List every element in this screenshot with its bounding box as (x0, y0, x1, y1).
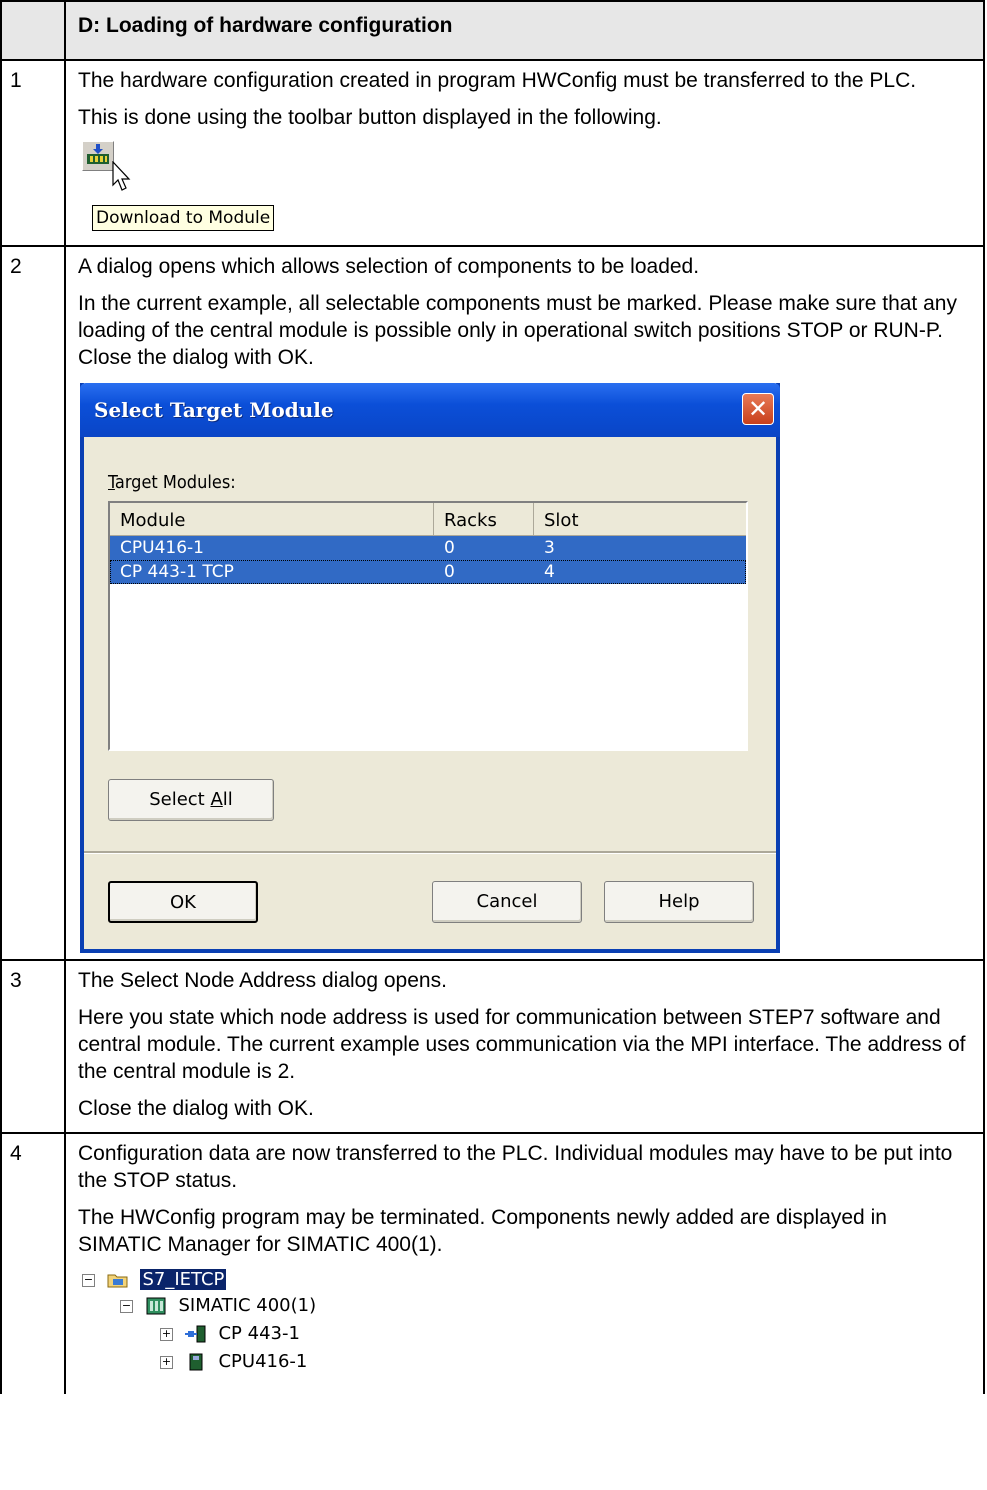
step-content: The Select Node Address dialog opens. He… (64, 959, 985, 1134)
list-header: Module Racks Slot (110, 503, 746, 536)
close-icon: ✕ (747, 395, 769, 423)
divider (84, 851, 776, 854)
project-folder-icon (107, 1274, 128, 1288)
list-item[interactable]: CPU416-1 0 3 (110, 536, 746, 560)
step-row: 3 The Select Node Address dialog opens. … (0, 959, 985, 1134)
step-text: Close the dialog with OK. (78, 1097, 314, 1120)
table-header-row: D: Loading of hardware configuration (0, 0, 985, 61)
step-text: A dialog opens which allows selection of… (78, 255, 700, 278)
section-title: D: Loading of hardware configuration (64, 0, 985, 61)
step-content: Configuration data are now transferred t… (64, 1132, 985, 1394)
expand-icon[interactable]: + (160, 1355, 173, 1369)
step-text: In the current example, all selectable c… (78, 292, 957, 369)
step-text: Here you state which node address is use… (78, 1006, 966, 1083)
step-text: This is done using the toolbar button di… (78, 106, 662, 129)
instruction-table: D: Loading of hardware configuration 1 T… (0, 0, 985, 1394)
cell-slot: 4 (544, 562, 555, 582)
close-button[interactable]: ✕ (742, 393, 774, 425)
tree-label: SIMATIC 400(1) (178, 1295, 317, 1316)
cell-module: CP 443-1 TCP (120, 562, 234, 582)
toolbar-illustration: Download to Module (78, 141, 975, 245)
download-icon (87, 144, 109, 164)
step-text: The HWConfig program may be terminated. … (78, 1206, 887, 1256)
step-row: 4 Configuration data are now transferred… (0, 1132, 985, 1394)
cell-racks: 0 (444, 538, 455, 558)
column-header-module[interactable]: Module (110, 503, 434, 535)
select-target-module-dialog: Select Target Module ✕ Target Modules: M… (80, 383, 780, 953)
list-item[interactable]: CP 443-1 TCP 0 4 (110, 560, 746, 584)
step-row: 2 A dialog opens which allows selection … (0, 245, 985, 961)
cpu-module-icon (189, 1353, 203, 1371)
tree-node-module[interactable]: + CP 443-1 (160, 1322, 300, 1346)
step-number: 1 (0, 59, 66, 247)
tree-node-project[interactable]: − S7_IETCP (82, 1268, 227, 1292)
cell-module: CPU416-1 (120, 538, 204, 558)
step-text: The Select Node Address dialog opens. (78, 969, 447, 992)
station-icon (146, 1297, 166, 1315)
network-module-icon (184, 1325, 206, 1343)
help-button[interactable]: Help (604, 881, 754, 923)
download-to-module-button[interactable] (82, 141, 114, 171)
column-header-racks[interactable]: Racks (434, 503, 534, 535)
dialog-title: Select Target Module (94, 398, 334, 422)
tree-label: CP 443-1 (218, 1323, 300, 1344)
cell-racks: 0 (444, 562, 455, 582)
header-num-cell (0, 0, 66, 61)
collapse-icon[interactable]: − (120, 1299, 133, 1313)
step-number: 2 (0, 245, 66, 961)
tree-label: CPU416-1 (218, 1351, 308, 1372)
tree-label: S7_IETCP (140, 1269, 227, 1290)
cancel-button[interactable]: Cancel (432, 881, 582, 923)
step-number: 4 (0, 1132, 66, 1394)
cell-slot: 3 (544, 538, 555, 558)
column-header-slot[interactable]: Slot (534, 503, 746, 535)
step-number: 3 (0, 959, 66, 1134)
step-content: The hardware configuration created in pr… (64, 59, 985, 247)
tree-node-module[interactable]: + CPU416-1 (160, 1350, 307, 1374)
select-all-button[interactable]: Select All (108, 779, 274, 821)
ok-button[interactable]: OK (108, 881, 258, 923)
step-content: A dialog opens which allows selection of… (64, 245, 985, 961)
expand-icon[interactable]: + (160, 1327, 173, 1341)
project-tree: − S7_IETCP − SIMATIC 400(1) + CP 443-1 +… (78, 1268, 975, 1394)
dialog-titlebar[interactable]: Select Target Module ✕ (80, 383, 780, 437)
step-text: Configuration data are now transferred t… (78, 1142, 953, 1192)
step-text: The hardware configuration created in pr… (78, 69, 917, 92)
tree-node-station[interactable]: − SIMATIC 400(1) (120, 1294, 316, 1318)
target-modules-list[interactable]: Module Racks Slot CPU416-1 0 3 CP 443-1 … (108, 501, 748, 751)
tooltip: Download to Module (92, 205, 275, 231)
step-row: 1 The hardware configuration created in … (0, 59, 985, 247)
collapse-icon[interactable]: − (82, 1273, 95, 1287)
mouse-cursor-icon (112, 161, 131, 191)
target-modules-label: Target Modules: (108, 472, 236, 493)
